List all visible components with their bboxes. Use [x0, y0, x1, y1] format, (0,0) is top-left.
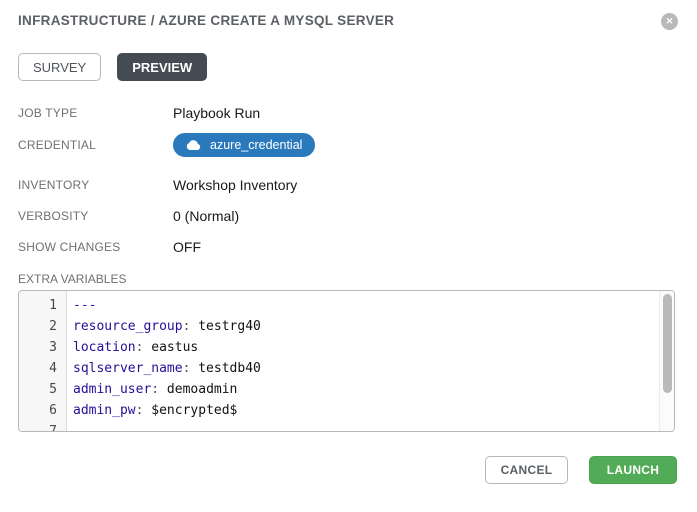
page-title: INFRASTRUCTURE / AZURE CREATE A MYSQL SE… — [18, 13, 394, 28]
credential-badge-label: azure_credential — [210, 138, 302, 152]
yaml-key: admin_pw — [73, 403, 136, 418]
cancel-button[interactable]: CANCEL — [485, 456, 568, 484]
yaml-key: location — [73, 340, 136, 355]
line-number: 6 — [19, 400, 66, 421]
line-number: 4 — [19, 358, 66, 379]
job-type-label: JOB TYPE — [18, 106, 173, 120]
job-preview-dialog: INFRASTRUCTURE / AZURE CREATE A MYSQL SE… — [0, 0, 698, 512]
yaml-value: testrg40 — [190, 319, 260, 334]
line-number: 2 — [19, 316, 66, 337]
code-line: 7 — [19, 421, 674, 432]
yaml-key: admin_user — [73, 382, 151, 397]
code-lines: 1---2resource_group: testrg403location: … — [19, 291, 674, 432]
line-number: 1 — [19, 295, 66, 316]
code-text: admin_user: demoadmin — [66, 379, 237, 400]
yaml-value: demoadmin — [159, 382, 237, 397]
code-text: admin_pw: $encrypted$ — [66, 400, 237, 421]
tab-preview[interactable]: PREVIEW — [117, 53, 207, 81]
close-glyph: ✕ — [666, 17, 674, 26]
code-line: 5admin_user: demoadmin — [19, 379, 674, 400]
line-number: 5 — [19, 379, 66, 400]
credential-badge[interactable]: azure_credential — [173, 133, 315, 157]
tab-survey[interactable]: SURVEY — [18, 53, 101, 81]
code-line: 3location: eastus — [19, 337, 674, 358]
tab-bar: SURVEY PREVIEW — [18, 53, 207, 81]
extra-variables-label: EXTRA VARIABLES — [18, 272, 127, 286]
code-line: 2resource_group: testrg40 — [19, 316, 674, 337]
code-text: sqlserver_name: testdb40 — [66, 358, 261, 379]
code-line: 6admin_pw: $encrypted$ — [19, 400, 674, 421]
cloud-icon — [186, 140, 201, 151]
show-changes-label: SHOW CHANGES — [18, 240, 173, 254]
yaml-key: --- — [73, 298, 96, 313]
line-number: 3 — [19, 337, 66, 358]
code-text: location: eastus — [66, 337, 198, 358]
verbosity-value: 0 (Normal) — [173, 208, 239, 224]
credential-label: CREDENTIAL — [18, 138, 173, 152]
code-text: --- — [66, 295, 96, 316]
editor-scrollbar-thumb[interactable] — [663, 294, 672, 393]
code-text — [66, 421, 73, 432]
yaml-value: testdb40 — [190, 361, 260, 376]
detail-row-credential: CREDENTIAL azure_credential — [18, 133, 668, 157]
code-line: 4sqlserver_name: testdb40 — [19, 358, 674, 379]
line-number: 7 — [19, 421, 66, 432]
yaml-value: eastus — [143, 340, 198, 355]
tab-preview-label: PREVIEW — [132, 60, 192, 75]
detail-row-show-changes: SHOW CHANGES OFF — [18, 238, 668, 255]
inventory-value: Workshop Inventory — [173, 177, 297, 193]
yaml-key: sqlserver_name — [73, 361, 183, 376]
detail-row-verbosity: VERBOSITY 0 (Normal) — [18, 207, 668, 224]
editor-scrollbar-track — [659, 291, 674, 431]
code-text: resource_group: testrg40 — [66, 316, 261, 337]
job-type-value: Playbook Run — [173, 105, 260, 121]
detail-row-job-type: JOB TYPE Playbook Run — [18, 104, 668, 121]
detail-row-inventory: INVENTORY Workshop Inventory — [18, 176, 668, 193]
close-icon[interactable]: ✕ — [661, 13, 678, 30]
inventory-label: INVENTORY — [18, 178, 173, 192]
verbosity-label: VERBOSITY — [18, 209, 173, 223]
tab-survey-label: SURVEY — [33, 60, 86, 75]
code-line: 1 --- — [19, 295, 674, 316]
launch-button[interactable]: LAUNCH — [589, 456, 677, 484]
yaml-colon: : — [151, 382, 159, 397]
yaml-value: $encrypted$ — [143, 403, 237, 418]
extra-variables-editor[interactable]: 1---2resource_group: testrg403location: … — [18, 290, 675, 432]
yaml-key: resource_group — [73, 319, 183, 334]
show-changes-value: OFF — [173, 239, 201, 255]
